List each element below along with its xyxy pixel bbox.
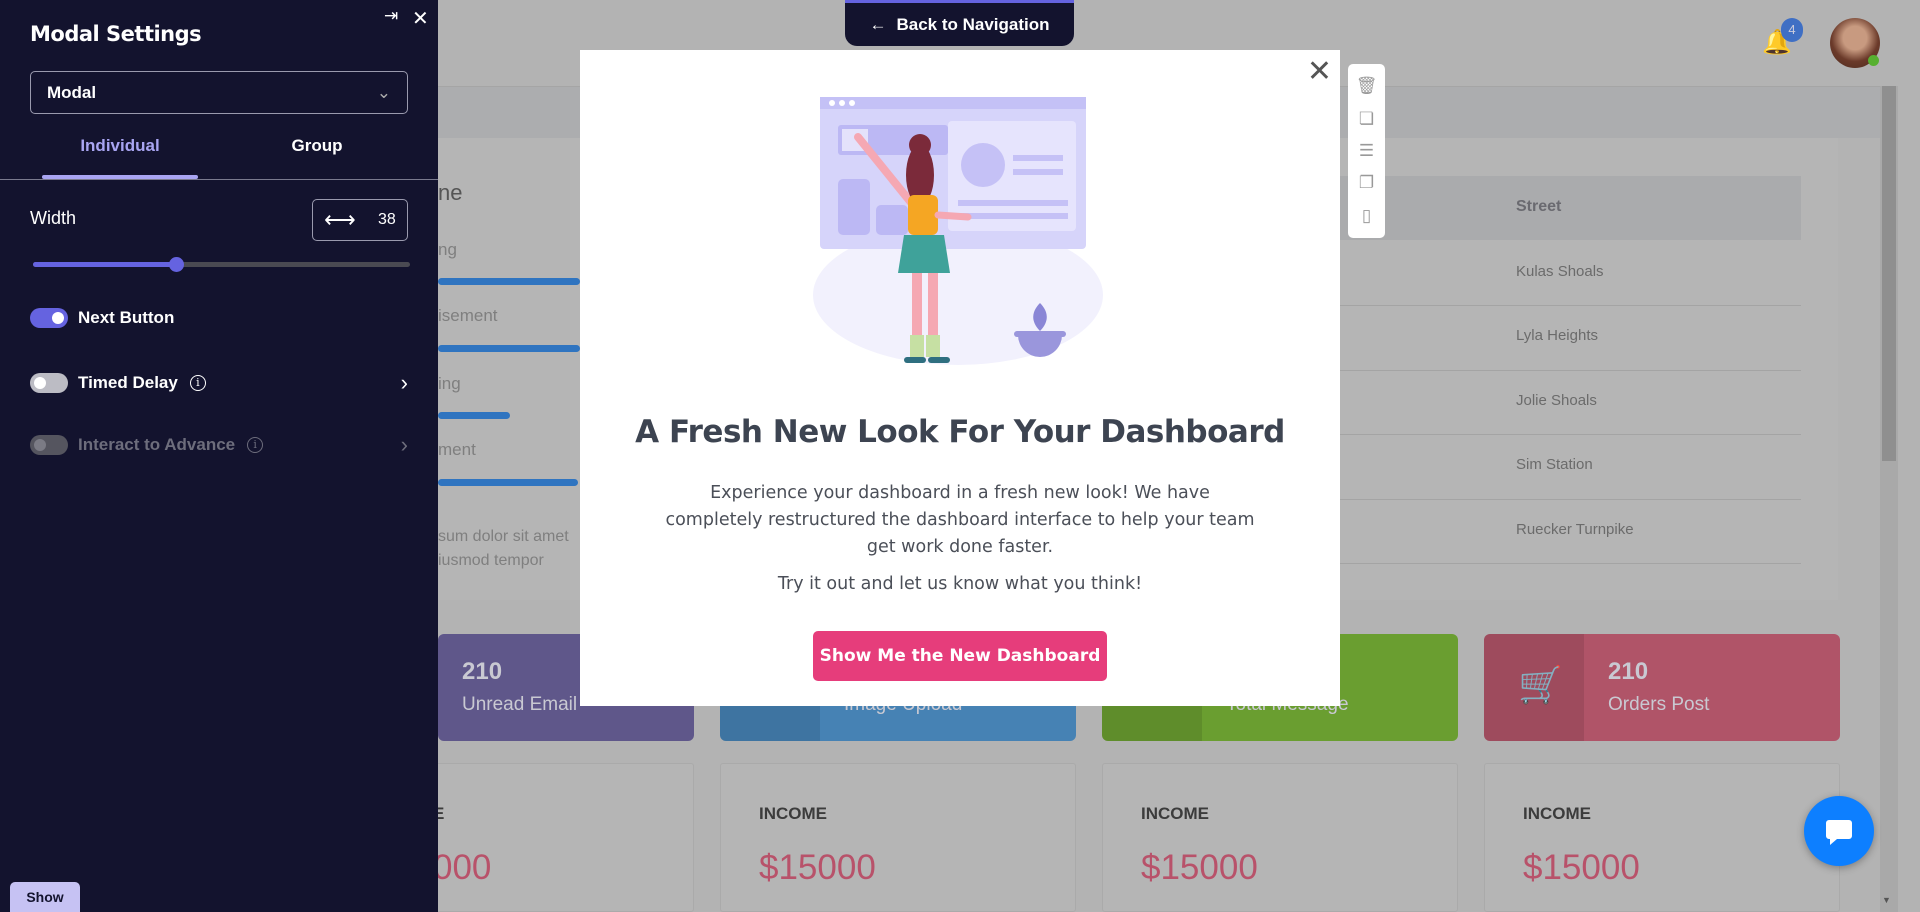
- progress-bar: [438, 412, 510, 419]
- chat-button[interactable]: [1804, 796, 1874, 866]
- stat-number: 210: [1608, 658, 1649, 685]
- table-cell: Kulas Shoals: [1516, 263, 1604, 280]
- bookmark-icon[interactable]: ▯: [1362, 206, 1371, 226]
- toggle-label: Next Button: [78, 308, 175, 327]
- income-title: INCOME: [1141, 804, 1209, 823]
- close-icon[interactable]: ✕: [412, 6, 429, 31]
- width-label: Width: [30, 208, 77, 228]
- tabs-divider: [0, 179, 438, 180]
- select-value: Modal: [47, 82, 97, 102]
- income-value: 000: [433, 848, 492, 887]
- income-value: $15000: [1523, 848, 1640, 887]
- modal-title: A Fresh New Look For Your Dashboard: [635, 414, 1285, 450]
- row-divider: [1300, 563, 1801, 564]
- library-icon[interactable]: ❐: [1359, 173, 1374, 193]
- toggle-label: Interact to Advance: [78, 435, 236, 454]
- lorem-text: sum dolor sit amet: [438, 528, 569, 545]
- online-status-dot: [1868, 55, 1879, 66]
- tab-individual[interactable]: Individual: [25, 136, 215, 156]
- income-card: INCOME $15000: [1484, 763, 1840, 912]
- next-button-setting: Next Button: [30, 308, 408, 328]
- announcement-modal: ✕ A Fresh New Look For Your Dashboard Ex…: [580, 50, 1340, 706]
- horizontal-resize-icon: ⟷: [324, 207, 356, 232]
- stat-label: Orders Post: [1608, 694, 1710, 715]
- chevron-right-icon[interactable]: ›: [401, 370, 408, 396]
- scroll-down-arrow-icon[interactable]: ▼: [1882, 895, 1891, 905]
- interact-to-advance-setting: Interact to Advance i ›: [30, 432, 408, 458]
- progress-bar: [438, 479, 578, 486]
- row-divider: [1300, 305, 1801, 306]
- income-card: INCOME $15000: [720, 763, 1076, 912]
- income-title: INCOME: [1523, 804, 1591, 823]
- income-card: E 000: [400, 763, 694, 912]
- income-value: $15000: [759, 848, 876, 887]
- slider-thumb[interactable]: [169, 257, 185, 272]
- sidebar-title: Modal Settings: [30, 22, 202, 46]
- stat-number: 210: [462, 658, 503, 685]
- tab-group[interactable]: Group: [222, 136, 412, 156]
- column-street: Street: [1516, 198, 1562, 215]
- chevron-down-icon: ⌄: [376, 82, 391, 102]
- interact-to-advance-toggle[interactable]: [30, 435, 68, 455]
- arrow-left-icon: ←: [869, 14, 887, 34]
- income-value: $15000: [1141, 848, 1258, 887]
- modal-close-icon[interactable]: ✕: [1307, 54, 1332, 89]
- back-label: Back to Navigation: [896, 14, 1050, 34]
- copy-icon[interactable]: ❏: [1359, 109, 1374, 129]
- income-title: INCOME: [759, 804, 827, 823]
- step-type-select[interactable]: Modal ⌄: [30, 71, 408, 114]
- modal-body: Experience your dashboard in a fresh new…: [665, 483, 1255, 557]
- progress-bar: [438, 278, 580, 285]
- trash-icon[interactable]: 🗑: [1356, 76, 1378, 96]
- sliders-icon[interactable]: ☰: [1359, 141, 1374, 161]
- dashboard-illustration: [813, 97, 1103, 365]
- row-divider: [1300, 434, 1801, 435]
- progress-label: ment: [438, 440, 476, 459]
- row-divider: [1300, 370, 1801, 371]
- panel-title: ne: [438, 180, 463, 205]
- income-card: INCOME $15000: [1102, 763, 1458, 912]
- timed-delay-toggle[interactable]: [30, 373, 68, 393]
- progress-label: ing: [438, 374, 461, 393]
- scrollbar-thumb[interactable]: [1882, 86, 1896, 461]
- modal-edit-toolbar: 🗑 ❏ ☰ ❐ ▯: [1348, 64, 1385, 238]
- info-icon[interactable]: i: [247, 437, 264, 453]
- info-icon[interactable]: i: [189, 375, 206, 391]
- modal-settings-sidebar: Modal Settings ⇥ ✕ Modal ⌄ Individual Gro…: [0, 0, 438, 912]
- chat-bubble-icon: [1826, 820, 1852, 845]
- show-new-dashboard-button[interactable]: Show Me the New Dashboard: [813, 631, 1107, 681]
- collapse-panel-icon[interactable]: ⇥: [384, 6, 398, 26]
- table-cell: Jolie Shoals: [1516, 392, 1597, 409]
- progress-label: isement: [438, 306, 498, 325]
- slider-fill: [33, 262, 177, 267]
- modal-subtext: Try it out and let us know what you thin…: [777, 574, 1143, 594]
- toggle-label: Timed Delay: [78, 373, 178, 392]
- show-button[interactable]: Show: [10, 882, 80, 912]
- stat-label: Unread Email: [462, 694, 578, 715]
- lorem-text: iusmod tempor: [438, 552, 544, 569]
- progress-label: ng: [438, 240, 457, 259]
- table-cell: Lyla Heights: [1516, 327, 1598, 344]
- width-slider[interactable]: [33, 257, 410, 272]
- table-cell: Ruecker Turnpike: [1516, 521, 1634, 538]
- cart-icon: 🛒: [1518, 664, 1563, 705]
- next-button-toggle[interactable]: [30, 308, 68, 328]
- width-input[interactable]: ⟷ 38: [312, 199, 408, 241]
- notification-badge: 4: [1781, 18, 1803, 42]
- back-to-navigation-button[interactable]: ← Back to Navigation: [845, 0, 1074, 46]
- timed-delay-setting[interactable]: Timed Delay i ›: [30, 370, 408, 396]
- progress-bar: [438, 345, 580, 352]
- width-value: 38: [378, 211, 396, 228]
- stat-card-orders-post[interactable]: 🛒 210 Orders Post: [1484, 634, 1840, 741]
- table-cell: Sim Station: [1516, 456, 1593, 473]
- chevron-right-icon[interactable]: ›: [401, 432, 408, 458]
- row-divider: [1300, 499, 1801, 500]
